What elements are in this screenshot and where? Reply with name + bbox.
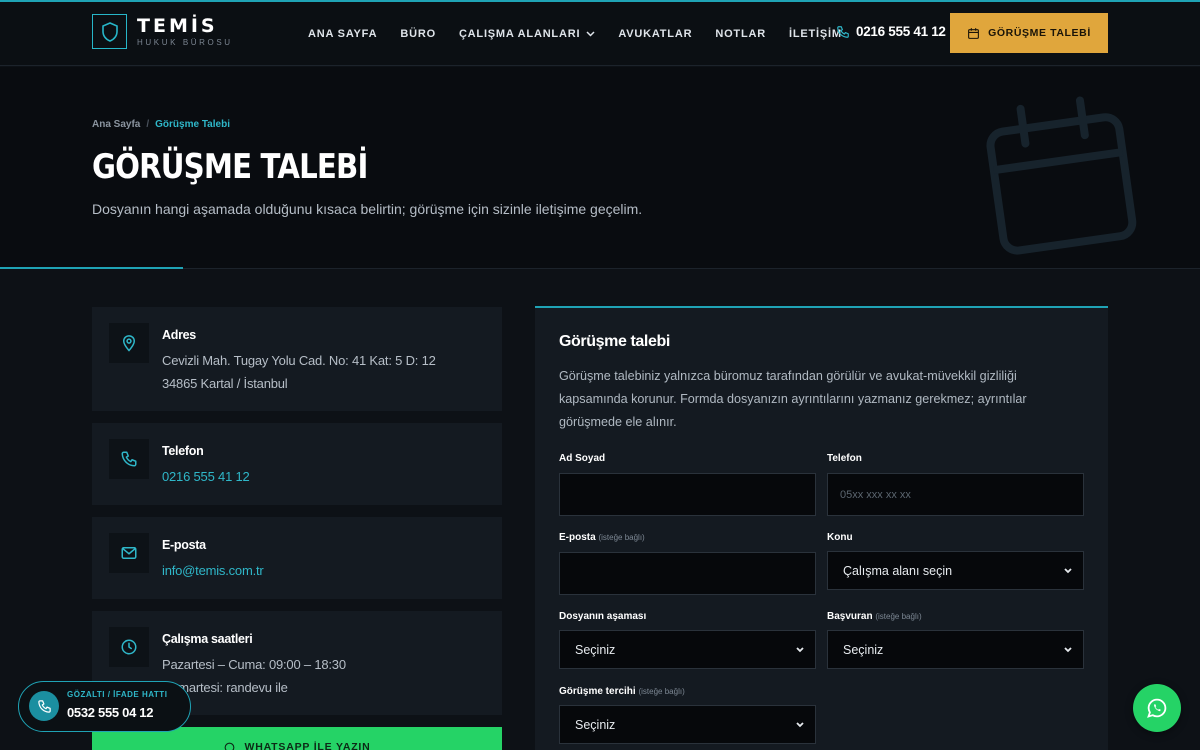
main-nav: ANA SAYFA BÜRO ÇALIŞMA ALANLARI AVUKATLA…	[308, 2, 865, 66]
header-phone-number: 0216 555 41 12	[856, 24, 946, 39]
nav-practice-areas[interactable]: ÇALIŞMA ALANLARI	[459, 28, 595, 40]
breadcrumb-current: Görüşme Talebi	[155, 119, 230, 130]
detention-hotline-badge[interactable]: GÖZALTI / İFADE HATTI 0532 555 04 12	[18, 681, 191, 732]
clock-icon	[109, 627, 149, 667]
brand-name: TEMİS	[137, 15, 218, 37]
nav-lawyers[interactable]: AVUKATLAR	[618, 28, 692, 40]
page-description: Dosyanın hangi aşamada olduğunu kısaca b…	[92, 201, 643, 217]
stage-select[interactable]: Seçiniz	[559, 630, 816, 669]
applicant-select-value: Seçiniz	[843, 642, 884, 657]
preference-select-value: Seçiniz	[575, 717, 616, 732]
chevron-down-icon	[1064, 568, 1072, 574]
topic-select-value: Çalışma alanı seçin	[843, 563, 953, 578]
whatsapp-icon	[1147, 698, 1167, 718]
nav-practice-areas-label: ÇALIŞMA ALANLARI	[458, 28, 581, 40]
name-label: Ad Soyad	[559, 453, 606, 464]
optional-tag: (isteğe bağlı)	[875, 612, 922, 621]
calendar-watermark-icon	[986, 96, 1137, 255]
hours-title: Çalışma saatleri	[162, 632, 253, 646]
chevron-down-icon	[1064, 647, 1072, 653]
hours-line-1: Pazartesi – Cuma: 09:00 – 18:30	[162, 657, 346, 672]
preference-label-text: Görüşme tercihi	[559, 686, 636, 697]
nav-office[interactable]: BÜRO	[400, 28, 436, 40]
breadcrumb: Ana Sayfa / Görüşme Talebi	[92, 119, 230, 130]
phone-icon	[29, 691, 59, 721]
name-field[interactable]	[559, 473, 816, 516]
email-field-label-text: E-posta	[559, 532, 596, 543]
nav-home[interactable]: ANA SAYFA	[308, 28, 377, 40]
email-card: E-posta info@temis.com.tr	[92, 517, 502, 599]
meeting-request-label: GÖRÜŞME TALEBİ	[988, 27, 1091, 39]
whatsapp-button-label: WHATSAPP İLE YAZIN	[244, 741, 371, 750]
email-field[interactable]	[559, 552, 816, 595]
chevron-down-icon	[796, 722, 804, 728]
hotline-number: 0532 555 04 12	[67, 705, 154, 720]
topic-select[interactable]: Çalışma alanı seçin	[827, 551, 1084, 590]
applicant-select[interactable]: Seçiniz	[827, 630, 1084, 669]
nav-contact[interactable]: İLETİŞİM	[789, 28, 842, 40]
phone-card: Telefon 0216 555 41 12	[92, 423, 502, 505]
chevron-down-icon	[586, 31, 595, 37]
form-title: Görüşme talebi	[559, 333, 670, 350]
topic-label: Konu	[827, 532, 853, 543]
page-title: GÖRÜŞME TALEBİ	[92, 147, 368, 187]
preference-label: Görüşme tercihi (isteğe bağlı)	[559, 686, 685, 697]
nav-notes[interactable]: NOTLAR	[715, 28, 766, 40]
hotline-label: GÖZALTI / İFADE HATTI	[67, 690, 168, 699]
phone-link[interactable]: 0216 555 41 12	[162, 469, 250, 484]
mail-icon	[109, 533, 149, 573]
address-card: Adres Cevizli Mah. Tugay Yolu Cad. No: 4…	[92, 307, 502, 411]
form-description: Görüşme talebiniz yalnızca büromuz taraf…	[559, 369, 1027, 429]
applicant-label: Başvuran (isteğe bağlı)	[827, 611, 922, 622]
applicant-label-text: Başvuran	[827, 611, 873, 622]
preference-select[interactable]: Seçiniz	[559, 705, 816, 744]
phone-icon	[837, 25, 849, 38]
address-line-1: Cevizli Mah. Tugay Yolu Cad. No: 41 Kat:…	[162, 353, 436, 368]
header-phone-link[interactable]: 0216 555 41 12	[836, 24, 946, 39]
breadcrumb-home[interactable]: Ana Sayfa	[92, 119, 140, 130]
chevron-down-icon	[796, 647, 804, 653]
email-field-label: E-posta (isteğe bağlı)	[559, 532, 645, 543]
hero-accent-line	[0, 267, 183, 269]
address-title: Adres	[162, 328, 196, 342]
address-line-2: 34865 Kartal / İstanbul	[162, 376, 288, 391]
optional-tag: (isteğe bağlı)	[638, 687, 685, 696]
stage-select-value: Seçiniz	[575, 642, 616, 657]
site-header: TEMİS HUKUK BÜROSU ANA SAYFA BÜRO ÇALIŞM…	[0, 2, 1200, 66]
email-link[interactable]: info@temis.com.tr	[162, 563, 264, 578]
map-pin-icon	[109, 323, 149, 363]
whatsapp-float-button[interactable]	[1133, 684, 1181, 732]
phone-field-label: Telefon	[827, 453, 862, 464]
brand-tagline: HUKUK BÜROSU	[137, 38, 233, 47]
phone-title: Telefon	[162, 444, 204, 458]
shield-logo-icon	[92, 14, 127, 49]
optional-tag: (isteğe bağlı)	[598, 533, 645, 542]
email-title: E-posta	[162, 538, 206, 552]
page-hero: Ana Sayfa / Görüşme Talebi GÖRÜŞME TALEB…	[0, 67, 1200, 269]
logo[interactable]: TEMİS HUKUK BÜROSU	[92, 14, 233, 49]
meeting-request-button[interactable]: GÖRÜŞME TALEBİ	[950, 13, 1108, 53]
phone-field[interactable]: 05xx xxx xx xx	[827, 473, 1084, 516]
whatsapp-icon	[225, 742, 235, 750]
stage-label: Dosyanın aşaması	[559, 611, 647, 622]
meeting-request-form: Görüşme talebi Görüşme talebiniz yalnızc…	[535, 306, 1108, 750]
phone-icon	[109, 439, 149, 479]
calendar-icon	[968, 27, 980, 39]
breadcrumb-separator: /	[146, 119, 150, 130]
